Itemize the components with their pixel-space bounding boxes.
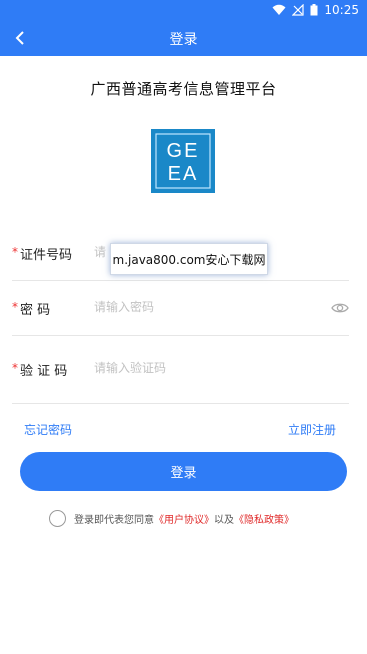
id-number-label: 证件号码 (20, 248, 73, 263)
password-field: * 密 码 (12, 281, 349, 336)
register-link[interactable]: 立即注册 (288, 421, 336, 438)
captcha-label: 验 证 码 (20, 364, 68, 379)
svg-text:GE: GE (167, 140, 200, 162)
privacy-policy-link[interactable]: 《隐私政策》 (234, 511, 294, 526)
watermark-overlay: m.java800.com安心下载网 (110, 243, 268, 275)
status-bar: 10:25 (0, 0, 367, 20)
agreement-and: 以及 (214, 514, 234, 526)
svg-text:EA: EA (168, 163, 199, 185)
forgot-password-link[interactable]: 忘记密码 (24, 421, 72, 438)
required-mark: * (12, 361, 18, 375)
agreement-row: 登录即代表您同意 《用户协议》 以及 《隐私政策》 (49, 509, 294, 527)
app-title: 广西普通高考信息管理平台 (90, 80, 277, 98)
agree-checkbox[interactable] (49, 509, 66, 527)
required-mark: * (12, 300, 18, 314)
battery-icon (310, 4, 318, 16)
user-agreement-link[interactable]: 《用户协议》 (154, 511, 214, 526)
geea-logo: GE EA (151, 129, 215, 193)
captcha-field: * 验 证 码 (12, 341, 349, 404)
agreement-prefix: 登录即代表您同意 (74, 514, 154, 526)
password-label: 密 码 (20, 303, 51, 318)
login-button[interactable]: 登录 (20, 452, 347, 491)
no-signal-icon (292, 4, 305, 16)
status-time: 10:25 (324, 3, 359, 17)
password-input[interactable] (94, 295, 320, 319)
nav-bar: 登录 (0, 20, 367, 56)
page-title: 登录 (169, 32, 198, 48)
eye-icon[interactable] (331, 299, 349, 317)
required-mark: * (12, 245, 18, 259)
logo-lettering: GE EA (155, 133, 211, 189)
status-icons: 10:25 (272, 3, 359, 17)
wifi-icon (272, 4, 286, 15)
captcha-input[interactable] (94, 356, 320, 380)
